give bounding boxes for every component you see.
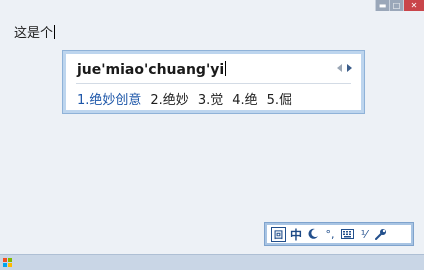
- ime-candidate[interactable]: 2.绝妙: [150, 89, 188, 108]
- next-page-arrow-icon[interactable]: [347, 64, 352, 72]
- minimize-button[interactable]: ▬: [375, 0, 389, 11]
- text-caret: [54, 25, 56, 39]
- ime-composition-text: jue'miao'chuang'yi: [77, 62, 225, 78]
- document-text: 这是个: [14, 26, 54, 41]
- previous-page-arrow-icon[interactable]: [337, 64, 342, 72]
- half-width-moon-icon[interactable]: [306, 226, 320, 242]
- ime-status-bar: 回 中 °, ⅟: [265, 223, 413, 245]
- ime-caret: [225, 61, 227, 76]
- ime-candidate[interactable]: 4.绝: [232, 89, 257, 108]
- ime-candidate[interactable]: 1.绝妙创意: [77, 89, 141, 108]
- ime-candidate-list: 1.绝妙创意 2.绝妙 3.觉 4.绝 5.倔: [77, 89, 292, 108]
- desktop-screen: ▬ □ ✕ 这是个 jue'miao'chuang'yi 1.绝妙创意 2.绝妙…: [0, 0, 424, 270]
- ime-composition-string: jue'miao'chuang'yi: [77, 61, 227, 78]
- taskbar: [0, 254, 424, 270]
- maximize-button[interactable]: □: [389, 0, 403, 11]
- ime-divider: [76, 83, 351, 84]
- soft-keyboard-icon[interactable]: [340, 226, 354, 242]
- ime-candidate[interactable]: 3.觉: [198, 89, 223, 108]
- settings-wrench-icon[interactable]: [374, 226, 388, 242]
- ime-candidate-window: jue'miao'chuang'yi 1.绝妙创意 2.绝妙 3.觉 4.绝 5…: [63, 51, 364, 113]
- window-controls: ▬ □ ✕: [375, 0, 424, 11]
- chinese-mode-icon[interactable]: 中: [289, 226, 303, 242]
- close-button[interactable]: ✕: [403, 0, 424, 11]
- logo-icon[interactable]: 回: [271, 226, 286, 242]
- document-text-area[interactable]: 这是个: [14, 22, 56, 41]
- simplified-traditional-icon[interactable]: ⅟: [357, 226, 371, 242]
- punctuation-icon[interactable]: °,: [323, 226, 337, 242]
- ime-pager: [337, 64, 352, 72]
- start-logo-icon[interactable]: [3, 258, 12, 267]
- ime-candidate[interactable]: 5.倔: [267, 89, 292, 108]
